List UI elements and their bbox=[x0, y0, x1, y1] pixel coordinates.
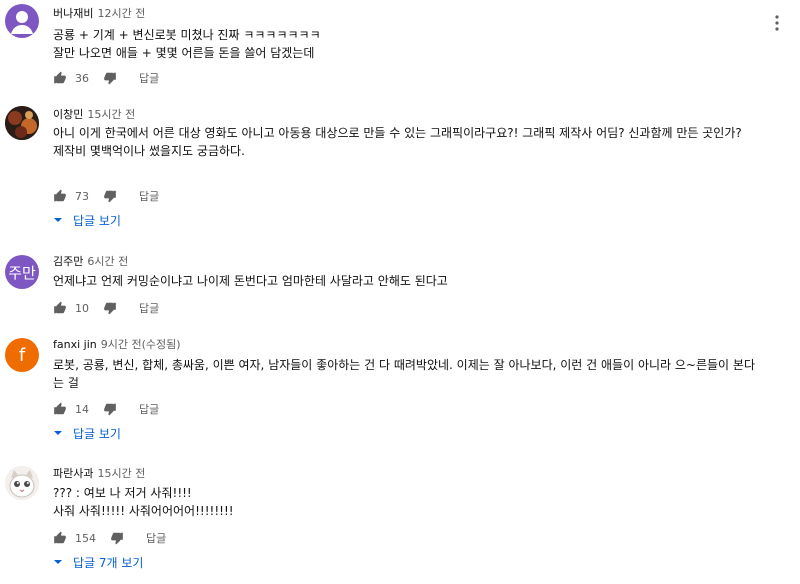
like-button[interactable] bbox=[53, 189, 67, 203]
like-count: 36 bbox=[75, 71, 89, 85]
comment-author[interactable]: 파란사과 bbox=[53, 467, 93, 480]
comment-actions: 154 답글 bbox=[53, 529, 166, 547]
comment-author[interactable]: fanxi jin bbox=[53, 338, 97, 351]
comment-time[interactable]: 15시간 전 bbox=[97, 467, 145, 480]
chevron-down-icon bbox=[54, 560, 62, 564]
thumbs-up-icon bbox=[54, 189, 66, 202]
view-replies-label: 답글 7개 보기 bbox=[73, 555, 144, 570]
comment-text: ??? : 여보 나 저거 사줘!!!! 사줘 사줘!!!!! 사줘어어어어!!… bbox=[53, 486, 234, 518]
cat-photo bbox=[5, 466, 39, 500]
reply-button[interactable]: 답글 bbox=[139, 70, 159, 86]
reply-button[interactable]: 답글 bbox=[139, 300, 159, 316]
thumbs-down-icon bbox=[104, 190, 116, 203]
dislike-button[interactable] bbox=[110, 531, 124, 545]
thumbs-down-icon bbox=[111, 532, 123, 545]
comment-author[interactable]: 김주만 bbox=[53, 255, 83, 268]
comment-actions: 36 답글 bbox=[53, 69, 159, 87]
thumbs-up-icon bbox=[54, 71, 66, 84]
thumbs-down-icon bbox=[104, 403, 116, 416]
thumbs-down-icon bbox=[104, 302, 116, 315]
view-replies-button[interactable]: 답글 보기 bbox=[53, 211, 121, 229]
dislike-button[interactable] bbox=[103, 402, 117, 416]
thumbs-up-icon bbox=[54, 301, 66, 314]
dislike-button[interactable] bbox=[103, 189, 117, 203]
like-button[interactable] bbox=[53, 71, 67, 85]
avatar-initials: 주만 bbox=[8, 263, 36, 282]
chevron-down-icon bbox=[54, 431, 62, 435]
avatar[interactable] bbox=[5, 106, 39, 140]
comment-actions: 14 답글 bbox=[53, 400, 159, 418]
comment-body: 파란사과 15시간 전 ??? : 여보 나 저거 사줘!!!! 사줘 사줘!!!… bbox=[53, 466, 760, 520]
comment-author[interactable]: 버나재비 bbox=[53, 7, 93, 20]
thumbs-up-icon bbox=[54, 531, 66, 544]
avatar-photo bbox=[5, 106, 39, 140]
chevron-down-icon bbox=[54, 218, 62, 222]
like-button[interactable] bbox=[53, 402, 67, 416]
comment-body: 버나재비 12시간 전 공룡 + 기계 + 변신로봇 미쳤나 진짜 ㅋㅋㅋㅋㅋㅋㅋ… bbox=[53, 6, 760, 62]
like-count: 10 bbox=[75, 301, 89, 315]
comment-body: fanxi jin 9시간 전(수정됨) 로봇, 공룡, 변신, 합체, 총싸움,… bbox=[53, 337, 760, 392]
comment-actions: 73 답글 bbox=[53, 187, 159, 205]
more-options-icon[interactable] bbox=[773, 14, 781, 32]
comment-time[interactable]: 9시간 전(수정됨) bbox=[101, 338, 181, 351]
dislike-button[interactable] bbox=[103, 301, 117, 315]
comment-time[interactable]: 12시간 전 bbox=[97, 7, 145, 20]
comment-text: 공룡 + 기계 + 변신로봇 미쳤나 진짜 ㅋㅋㅋㅋㅋㅋㅋ 잘만 나오면 애들 … bbox=[53, 28, 321, 60]
comment-text: 로봇, 공룡, 변신, 합체, 총싸움, 이쁜 여자, 남자들이 좋아하는 건 … bbox=[53, 358, 755, 390]
thumbs-up-icon bbox=[54, 402, 66, 415]
comment-text: 아니 이게 한국에서 어른 대상 영화도 아니고 아동용 대상으로 만들 수 있… bbox=[53, 126, 742, 158]
view-replies-button[interactable]: 답글 7개 보기 bbox=[53, 553, 143, 571]
comment-header: 파란사과 15시간 전 bbox=[53, 466, 760, 481]
reply-button[interactable]: 답글 bbox=[146, 530, 166, 546]
avatar[interactable] bbox=[5, 466, 39, 500]
comment-actions: 10 답글 bbox=[53, 299, 159, 317]
avatar-initials: f bbox=[18, 344, 26, 366]
avatar[interactable]: f bbox=[5, 338, 39, 372]
comment-header: fanxi jin 9시간 전(수정됨) bbox=[53, 337, 760, 352]
comment-body: 김주만 6시간 전 언제냐고 언제 커밍순이냐고 나이제 돈번다고 엄마한테 사달… bbox=[53, 254, 760, 290]
like-count: 73 bbox=[75, 189, 89, 203]
reply-button[interactable]: 답글 bbox=[139, 188, 159, 204]
comment-header: 이창민 15시간 전 bbox=[53, 107, 760, 122]
avatar[interactable]: 주만 bbox=[5, 255, 39, 289]
thumbs-down-icon bbox=[104, 72, 116, 85]
view-replies-label: 답글 보기 bbox=[73, 213, 121, 228]
comment-header: 김주만 6시간 전 bbox=[53, 254, 760, 269]
comment-text: 언제냐고 언제 커밍순이냐고 나이제 돈번다고 엄마한테 사달라고 안해도 된다… bbox=[53, 274, 448, 288]
dislike-button[interactable] bbox=[103, 71, 117, 85]
like-button[interactable] bbox=[53, 531, 67, 545]
view-replies-button[interactable]: 답글 보기 bbox=[53, 424, 121, 442]
comment-time[interactable]: 15시간 전 bbox=[87, 108, 135, 121]
reply-button[interactable]: 답글 bbox=[139, 401, 159, 417]
avatar[interactable] bbox=[5, 4, 39, 38]
like-count: 14 bbox=[75, 402, 89, 416]
comment-time[interactable]: 6시간 전 bbox=[87, 255, 128, 268]
like-count: 154 bbox=[75, 531, 96, 545]
comment-header: 버나재비 12시간 전 bbox=[53, 6, 760, 21]
like-button[interactable] bbox=[53, 301, 67, 315]
person-icon bbox=[11, 11, 33, 34]
comment-body: 이창민 15시간 전 아니 이게 한국에서 어른 대상 영화도 아니고 아동용 대… bbox=[53, 107, 760, 160]
view-replies-label: 답글 보기 bbox=[73, 426, 121, 441]
comment-author[interactable]: 이창민 bbox=[53, 108, 83, 121]
